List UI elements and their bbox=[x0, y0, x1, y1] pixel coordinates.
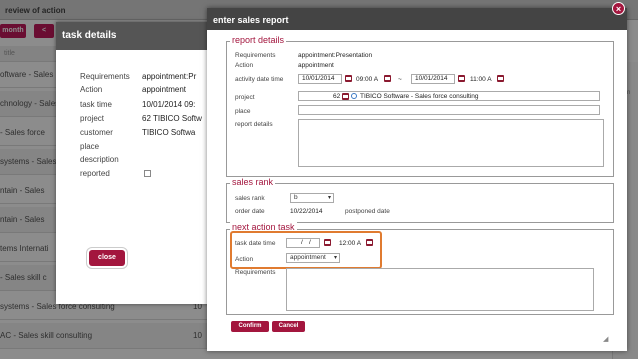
task-field-value: TIBICO Softwa bbox=[142, 128, 196, 137]
start-date-input[interactable]: 10/01/2014 bbox=[298, 74, 342, 84]
highlight-box bbox=[230, 231, 382, 269]
sales-rank-fieldset bbox=[226, 183, 614, 223]
resize-handle-icon[interactable]: ◢ bbox=[603, 335, 608, 343]
next-requirements-label: Requirements bbox=[235, 269, 276, 276]
close-button[interactable]: close bbox=[89, 250, 125, 266]
sales-rank-value: b bbox=[294, 194, 298, 201]
end-time-value[interactable]: 11:00 A bbox=[470, 76, 492, 83]
task-field-value: 62 TIBICO Softw bbox=[142, 114, 202, 123]
range-separator: ~ bbox=[398, 76, 402, 83]
task-field-label: task time bbox=[80, 100, 113, 109]
end-date-input[interactable]: 10/01/2014 bbox=[411, 74, 455, 84]
task-date-input[interactable]: / / bbox=[286, 238, 320, 248]
search-icon[interactable] bbox=[342, 93, 349, 100]
task-datetime-label: task date time bbox=[235, 240, 276, 247]
action-value: appointment bbox=[298, 62, 334, 69]
clock-icon[interactable] bbox=[384, 75, 391, 82]
task-field-value: 10/01/2014 09: bbox=[142, 100, 196, 109]
cancel-button[interactable]: Cancel bbox=[272, 321, 305, 332]
action-label: Action bbox=[235, 62, 254, 69]
calendar-icon[interactable] bbox=[345, 75, 352, 82]
close-icon[interactable]: × bbox=[612, 2, 625, 15]
sales-report-title: enter sales report bbox=[207, 8, 627, 30]
order-date-label: order date bbox=[235, 208, 265, 215]
calendar-icon[interactable] bbox=[458, 75, 465, 82]
place-label: place bbox=[235, 108, 251, 115]
task-details-dialog: task details Requirements appointment:Pr A… bbox=[56, 22, 216, 304]
project-number: 62 bbox=[333, 93, 341, 100]
link-icon[interactable] bbox=[351, 93, 357, 99]
next-requirements-textarea[interactable] bbox=[286, 268, 594, 311]
task-field-label: project bbox=[80, 114, 105, 123]
sales-rank-label: sales rank bbox=[235, 195, 265, 202]
date-separator: / bbox=[309, 239, 311, 246]
report-details-label: report details bbox=[235, 121, 273, 128]
report-details-textarea[interactable] bbox=[298, 119, 604, 167]
task-field-value: appointment bbox=[142, 85, 187, 94]
calendar-icon[interactable] bbox=[324, 239, 331, 246]
task-field-label: customer bbox=[80, 128, 113, 137]
requirements-label: Requirements bbox=[235, 52, 276, 59]
task-field-label: description bbox=[80, 155, 119, 164]
chevron-down-icon: ▾ bbox=[333, 255, 337, 261]
chevron-down-icon: ▾ bbox=[327, 195, 331, 201]
project-value: TIBICO Software - Sales force consulting bbox=[360, 93, 479, 100]
reported-checkbox[interactable] bbox=[144, 170, 151, 177]
sales-rank-legend: sales rank bbox=[230, 177, 276, 187]
report-details-legend: report details bbox=[230, 35, 287, 45]
task-field-label: reported bbox=[80, 169, 110, 178]
action-select[interactable]: appointment ▾ bbox=[286, 253, 340, 263]
task-field-value: appointment:Pr bbox=[142, 72, 197, 81]
start-time-value[interactable]: 09:00 A bbox=[356, 76, 378, 83]
task-field-label: Requirements bbox=[80, 72, 130, 81]
action-select-value: appointment bbox=[290, 254, 326, 261]
activity-datetime-label: activity date time bbox=[235, 76, 284, 83]
clock-icon[interactable] bbox=[497, 75, 504, 82]
order-date-value[interactable]: 10/22/2014 bbox=[290, 208, 323, 215]
task-field-label: Action bbox=[80, 85, 103, 94]
sales-rank-select[interactable]: b ▾ bbox=[290, 193, 334, 203]
postponed-date-label: postponed date bbox=[345, 208, 390, 215]
project-label: project bbox=[235, 94, 255, 101]
clock-icon[interactable] bbox=[366, 239, 373, 246]
date-separator: / bbox=[301, 239, 303, 246]
confirm-button[interactable]: Confirm bbox=[231, 321, 269, 332]
task-field-label: place bbox=[80, 142, 100, 151]
task-details-title: task details bbox=[56, 22, 216, 50]
task-time-value[interactable]: 12:00 A bbox=[339, 240, 361, 247]
requirements-value: appointment:Presentation bbox=[298, 52, 373, 59]
action-label: Action bbox=[235, 256, 254, 263]
place-input[interactable] bbox=[298, 105, 600, 115]
